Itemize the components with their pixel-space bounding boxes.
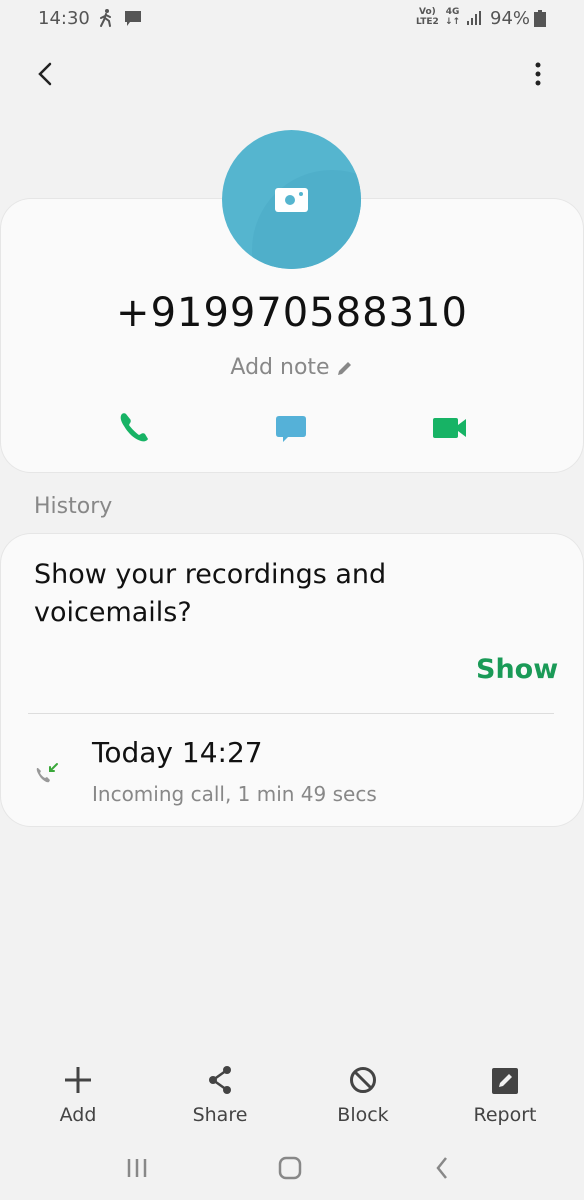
message-icon: [125, 11, 141, 26]
chat-bubble-icon: [276, 416, 306, 442]
status-time: 14:30: [38, 8, 90, 29]
avatar-shade: [252, 170, 361, 269]
volte-label: Vo): [419, 7, 436, 17]
more-options-icon: [535, 62, 541, 86]
home-button[interactable]: [270, 1152, 310, 1184]
recordings-prompt: Show your recordings and voicemails?: [34, 559, 387, 628]
block-label: Block: [337, 1104, 389, 1126]
add-note-label: Add note: [230, 355, 330, 380]
pencil-icon: [337, 362, 351, 375]
share-button[interactable]: Share: [160, 1060, 280, 1132]
call-time: Today 14:27: [92, 736, 263, 769]
report-label: Report: [473, 1104, 537, 1126]
phone-icon: [120, 413, 148, 442]
show-recordings-button[interactable]: Show: [476, 654, 558, 685]
divider: [28, 713, 554, 714]
avatar[interactable]: [222, 130, 361, 269]
incoming-call-icon: [36, 763, 58, 783]
battery-icon: [534, 10, 546, 27]
add-button[interactable]: Add: [18, 1060, 138, 1132]
call-log-entry[interactable]: Today 14:27 Incoming call, 1 min 49 secs: [1, 722, 583, 822]
video-camera-icon: [433, 418, 466, 438]
plus-icon: [65, 1067, 91, 1093]
back-button[interactable]: [30, 58, 60, 90]
signal-icon: [467, 11, 481, 25]
nav-back-button[interactable]: [422, 1152, 462, 1184]
data-arrows-icon: ↓↑: [445, 17, 461, 27]
bottom-action-bar: Add Share Block Report: [0, 1060, 584, 1140]
share-icon: [209, 1066, 231, 1094]
lte-label: LTE2: [416, 17, 439, 27]
more-options-button[interactable]: [526, 58, 550, 90]
back-arrow-icon: [38, 62, 52, 86]
add-label: Add: [59, 1104, 97, 1126]
walking-icon: [100, 9, 111, 27]
report-icon: [492, 1068, 518, 1094]
history-section-label: History: [34, 494, 113, 519]
call-detail: Incoming call, 1 min 49 secs: [92, 782, 377, 806]
recent-apps-icon: [127, 1159, 147, 1177]
report-button[interactable]: Report: [445, 1060, 565, 1132]
share-label: Share: [192, 1104, 248, 1126]
recent-apps-button[interactable]: [117, 1152, 157, 1184]
battery-percent: 94%: [490, 8, 531, 29]
video-call-button[interactable]: [428, 406, 472, 450]
home-icon: [278, 1156, 302, 1180]
network-type-indicator: 4G ↓↑: [445, 7, 460, 27]
phone-number: +919970588310: [116, 290, 468, 336]
add-note-button[interactable]: Add note: [0, 355, 584, 380]
message-button[interactable]: [269, 406, 313, 450]
navigation-bar: [0, 1140, 584, 1200]
block-icon: [350, 1067, 376, 1093]
block-button[interactable]: Block: [303, 1060, 423, 1132]
status-bar: 14:30 Vo) LTE2 4G ↓↑ 94%: [0, 0, 584, 40]
camera-icon: [275, 188, 308, 212]
voice-call-button[interactable]: [112, 406, 156, 450]
network-type-label: 4G: [445, 7, 460, 17]
volte-indicator: Vo) LTE2: [416, 7, 439, 27]
nav-back-icon: [436, 1157, 447, 1179]
